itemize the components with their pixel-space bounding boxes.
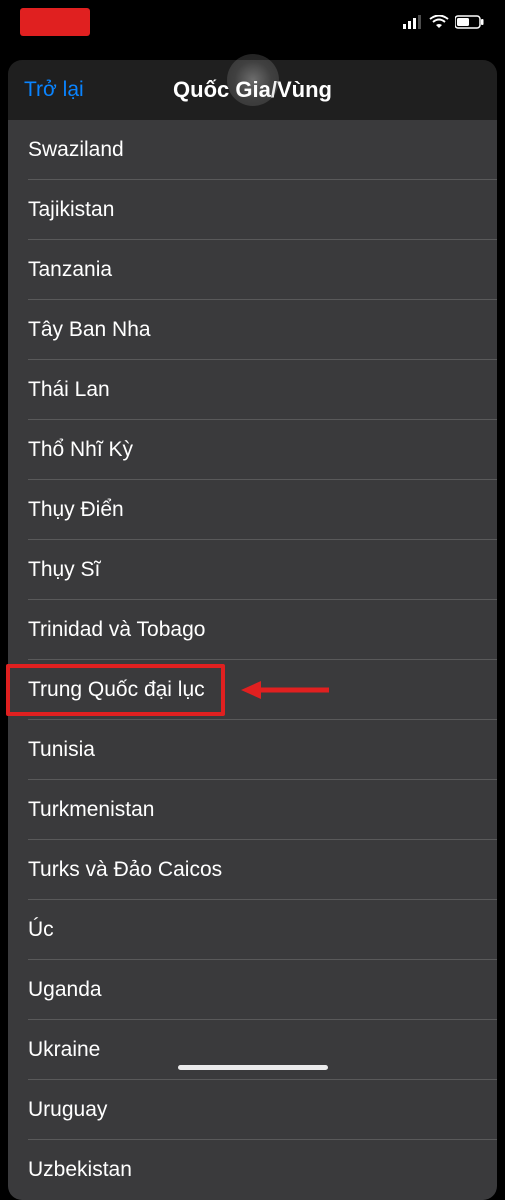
home-indicator[interactable]	[178, 1065, 328, 1070]
country-item[interactable]: Turkmenistan	[8, 780, 497, 840]
country-item[interactable]: Trinidad và Tobago	[8, 600, 497, 660]
status-left	[20, 8, 90, 36]
battery-icon	[455, 15, 485, 29]
country-item[interactable]: Swaziland	[8, 120, 497, 180]
country-item[interactable]: Úc	[8, 900, 497, 960]
country-item[interactable]: Trung Quốc đại lục	[8, 660, 497, 720]
country-item[interactable]: Tây Ban Nha	[8, 300, 497, 360]
country-item[interactable]: Thụy Sĩ	[8, 540, 497, 600]
country-list: SwazilandTajikistanTanzaniaTây Ban NhaTh…	[8, 120, 497, 1200]
status-bar	[0, 0, 505, 44]
content-panel: SwazilandTajikistanTanzaniaTây Ban NhaTh…	[8, 120, 497, 1200]
country-item[interactable]: Ukraine	[8, 1020, 497, 1080]
country-item[interactable]: Uruguay	[8, 1080, 497, 1140]
redacted-carrier	[20, 8, 90, 36]
country-item[interactable]: Turks và Đảo Caicos	[8, 840, 497, 900]
assistive-touch-icon[interactable]	[227, 54, 279, 106]
status-right	[403, 15, 485, 29]
country-item[interactable]: Thái Lan	[8, 360, 497, 420]
country-item[interactable]: Uganda	[8, 960, 497, 1020]
country-item[interactable]: Tajikistan	[8, 180, 497, 240]
country-item[interactable]: Tunisia	[8, 720, 497, 780]
country-item[interactable]: Thụy Điển	[8, 480, 497, 540]
wifi-icon	[429, 15, 449, 29]
country-item[interactable]: Uzbekistan	[8, 1140, 497, 1200]
back-button[interactable]: Trở lại	[24, 78, 84, 102]
country-item[interactable]: Thổ Nhĩ Kỳ	[8, 420, 497, 480]
cellular-signal-icon	[403, 15, 423, 29]
country-item[interactable]: Tanzania	[8, 240, 497, 300]
